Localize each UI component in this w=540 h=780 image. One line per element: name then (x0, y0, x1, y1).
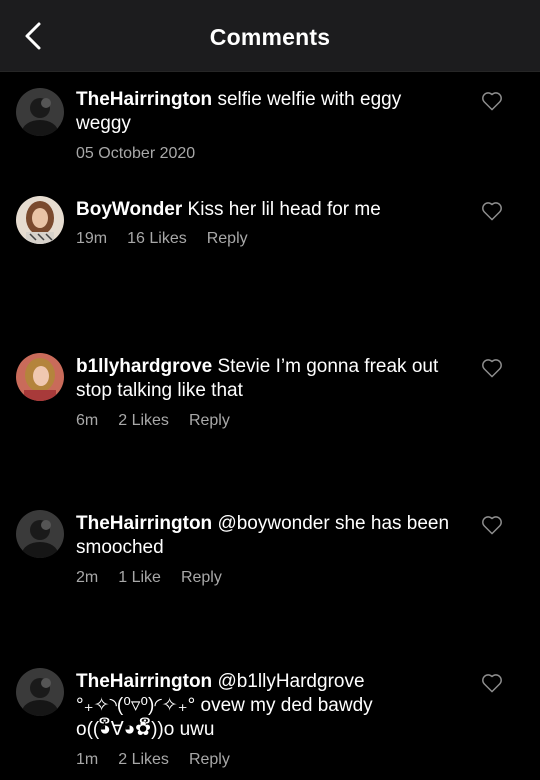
comment-text: TheHairrington @b1llyHardgrove °₊✧◝(⁰▿⁰)… (76, 670, 456, 742)
comment-date: 05 October 2020 (76, 145, 196, 162)
comment-likes[interactable]: 2 Likes (118, 412, 169, 429)
comment-meta: 1m 2 Likes Reply (76, 751, 250, 769)
comment-time: 19m (76, 230, 108, 247)
avatar[interactable] (16, 510, 64, 558)
avatar[interactable] (16, 668, 64, 716)
heart-icon[interactable] (481, 201, 503, 221)
avatar[interactable] (16, 196, 64, 244)
comment-meta: 6m 2 Likes Reply (76, 412, 250, 430)
reply-button[interactable]: Reply (189, 412, 230, 429)
comment-username[interactable]: BoyWonder (76, 199, 182, 220)
comment-text: BoyWonder Kiss her lil head for me (76, 198, 456, 222)
comment-meta: 19m 16 Likes Reply (76, 230, 268, 248)
comment-text: TheHairrington selfie welfie with eggy w… (76, 88, 456, 136)
comment-time: 2m (76, 569, 99, 586)
reply-button[interactable]: Reply (189, 751, 230, 768)
reply-button[interactable]: Reply (207, 230, 248, 247)
avatar[interactable] (16, 88, 64, 136)
comment-meta: 05 October 2020 (76, 145, 215, 163)
heart-icon[interactable] (481, 673, 503, 693)
comment-body: Kiss her lil head for me (182, 199, 381, 220)
comment-likes[interactable]: 2 Likes (118, 751, 169, 768)
comment-time: 6m (76, 412, 99, 429)
comment-likes[interactable]: 16 Likes (127, 230, 187, 247)
comment-text: b1llyhardgrove Stevie I’m gonna freak ou… (76, 355, 456, 403)
comment-text: TheHairrington @boywonder she has been s… (76, 512, 456, 560)
comment-likes[interactable]: 1 Like (118, 569, 161, 586)
reply-button[interactable]: Reply (181, 569, 222, 586)
comment-time: 1m (76, 751, 99, 768)
comment-username[interactable]: TheHairrington (76, 671, 212, 692)
heart-icon[interactable] (481, 515, 503, 535)
comment-username[interactable]: b1llyhardgrove (76, 356, 212, 377)
avatar[interactable] (16, 353, 64, 401)
comment-username[interactable]: TheHairrington (76, 513, 212, 534)
comment-username[interactable]: TheHairrington (76, 89, 212, 110)
page-title: Comments (209, 24, 331, 50)
comment-meta: 2m 1 Like Reply (76, 569, 242, 587)
header-bar: Comments (0, 0, 540, 72)
heart-icon[interactable] (481, 358, 503, 378)
heart-icon[interactable] (481, 91, 503, 111)
